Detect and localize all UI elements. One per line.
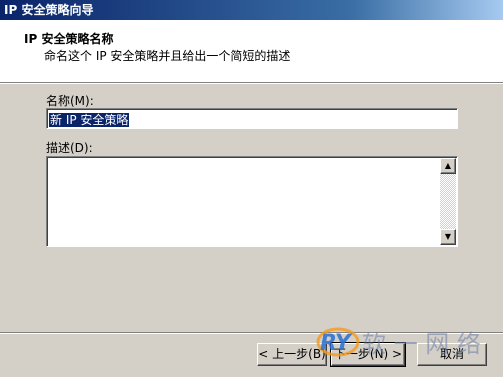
description-scrollbar[interactable]: ▲ ▼: [440, 158, 456, 245]
window-titlebar[interactable]: IP 安全策略向导: [0, 0, 503, 20]
page-subtitle: 命名这个 IP 安全策略并且给出一个简短的描述: [44, 49, 291, 63]
window-title: IP 安全策略向导: [4, 3, 94, 17]
name-field[interactable]: 新 IP 安全策略: [46, 108, 458, 129]
name-label: 名称(M):: [46, 94, 94, 108]
next-button[interactable]: 下一步(N) >: [330, 342, 406, 367]
wizard-header: IP 安全策略名称 命名这个 IP 安全策略并且给出一个简短的描述: [0, 20, 503, 82]
scroll-down-icon[interactable]: ▼: [440, 229, 456, 245]
description-field[interactable]: ▲ ▼: [46, 156, 458, 247]
page-title: IP 安全策略名称: [24, 32, 114, 46]
name-field-value: 新 IP 安全策略: [49, 113, 130, 127]
footer-divider: [0, 332, 503, 334]
description-label: 描述(D):: [46, 141, 93, 155]
header-divider: [0, 82, 503, 84]
cancel-button[interactable]: 取消: [417, 343, 487, 366]
scroll-up-icon[interactable]: ▲: [440, 158, 456, 174]
back-button[interactable]: < 上一步(B): [257, 343, 327, 366]
